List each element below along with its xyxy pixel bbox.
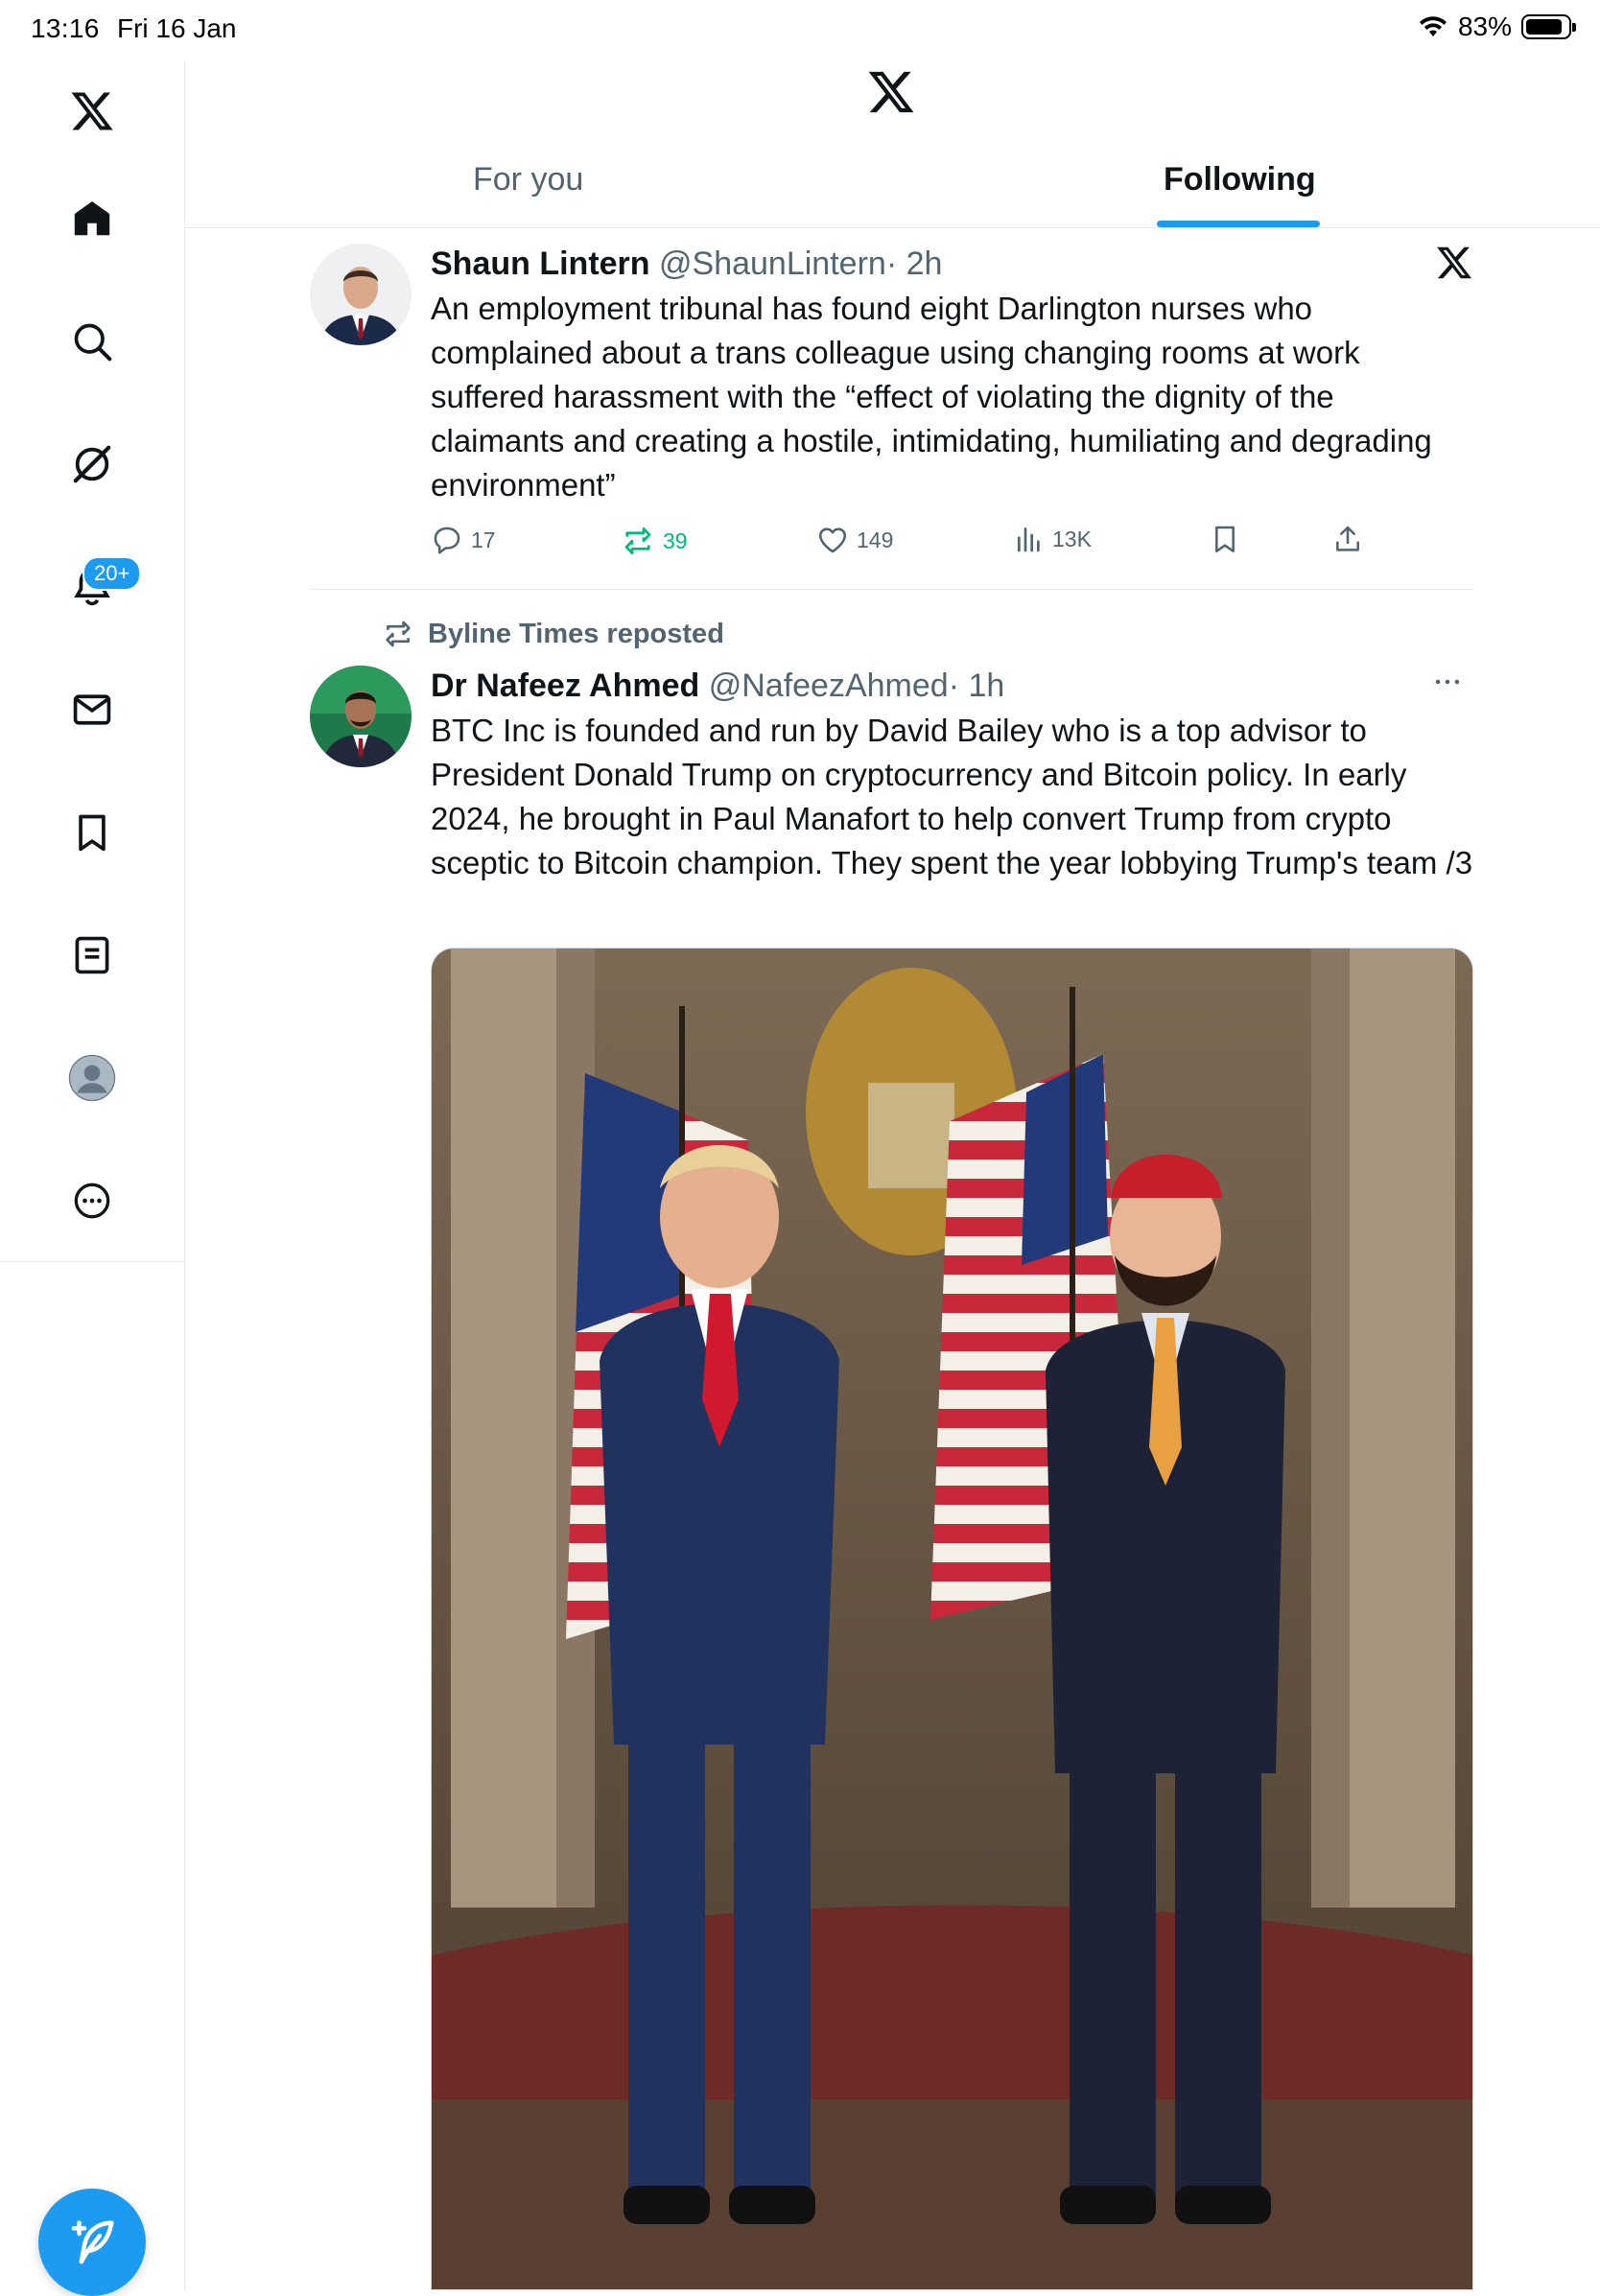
- author-handle[interactable]: @ShaunLintern: [659, 246, 886, 282]
- status-bar: 13:16 Fri 16 Jan 83%: [0, 0, 1600, 61]
- like-count: 149: [857, 527, 894, 552]
- author-handle[interactable]: @NafeezAhmed: [709, 668, 949, 704]
- battery-icon: [1521, 14, 1576, 39]
- tab-for-you[interactable]: For you: [473, 161, 583, 199]
- repost-icon: [624, 527, 651, 555]
- x-logo-icon[interactable]: [866, 67, 916, 117]
- photo-image: [432, 949, 1472, 2289]
- reply-icon: [434, 527, 460, 554]
- repost-label: Byline Times reposted: [428, 618, 724, 649]
- tweet[interactable]: Dr Nafeez Ahmed @NafeezAhmed· 1h BTC Inc…: [310, 666, 1473, 953]
- tweet-actions: 17 39 149 13K: [431, 524, 1467, 562]
- tweet-divider: [310, 589, 1473, 590]
- grok-x-icon[interactable]: [1435, 244, 1473, 282]
- active-tab-indicator: [1157, 221, 1320, 227]
- like-button[interactable]: 149: [816, 524, 893, 556]
- tweet-text: BTC Inc is founded and run by David Bail…: [431, 713, 1473, 880]
- analytics-icon: [1018, 527, 1040, 552]
- reply-count: 17: [471, 527, 496, 552]
- share-icon: [1336, 526, 1359, 551]
- home-icon[interactable]: [63, 190, 121, 247]
- author-name[interactable]: Dr Nafeez Ahmed: [431, 668, 699, 704]
- compose-button[interactable]: [38, 2189, 146, 2296]
- bookmark-button[interactable]: [1210, 524, 1240, 554]
- more-icon[interactable]: [63, 1172, 121, 1230]
- sidebar: 20+: [0, 61, 185, 2296]
- reply-button[interactable]: 17: [431, 524, 496, 556]
- notifications-badge: 20+: [82, 556, 142, 591]
- timeline-header: For you Following: [185, 61, 1600, 228]
- tweet-time: · 2h: [885, 246, 943, 282]
- author-name[interactable]: Shaun Lintern: [431, 246, 650, 282]
- bookmarks-icon[interactable]: [63, 804, 121, 861]
- views-button[interactable]: 13K: [1014, 524, 1092, 554]
- repost-icon: [386, 621, 411, 647]
- tweet-author-line: Dr Nafeez Ahmed @NafeezAhmed· 1h: [431, 668, 1004, 705]
- tweet-text: An employment tribunal has found eight D…: [431, 291, 1432, 503]
- repost-context[interactable]: Byline Times reposted: [382, 618, 724, 650]
- status-right: 83%: [1418, 12, 1576, 42]
- grok-icon[interactable]: [63, 435, 121, 493]
- tweet[interactable]: Shaun Lintern @ShaunLintern· 2h An emplo…: [310, 244, 1473, 589]
- avatar[interactable]: [310, 244, 412, 345]
- tweet-author-line: Shaun Lintern @ShaunLintern· 2h: [431, 246, 942, 283]
- search-icon[interactable]: [63, 313, 121, 370]
- sidebar-divider: [0, 1261, 184, 1262]
- status-date: Fri 16 Jan: [117, 13, 237, 43]
- share-button[interactable]: [1332, 524, 1363, 554]
- battery-percent: 83%: [1457, 12, 1512, 41]
- heart-icon: [818, 527, 847, 553]
- messages-icon[interactable]: [63, 681, 121, 738]
- x-logo-icon[interactable]: [63, 82, 121, 140]
- tweet-time: · 1h: [948, 668, 1005, 704]
- repost-button[interactable]: 39: [621, 524, 688, 558]
- view-count: 13K: [1052, 526, 1092, 551]
- tweet-photo[interactable]: [431, 948, 1473, 2290]
- profile-icon[interactable]: [63, 1049, 121, 1107]
- wifi-icon: [1419, 16, 1447, 36]
- bookmark-icon: [1215, 526, 1235, 552]
- repost-count: 39: [663, 527, 688, 553]
- avatar[interactable]: [310, 666, 412, 767]
- tab-following[interactable]: Following: [1164, 161, 1316, 199]
- status-time: 13:16: [31, 13, 100, 43]
- lists-icon[interactable]: [63, 926, 121, 984]
- more-options-icon[interactable]: [1431, 666, 1464, 707]
- compose-feather-icon: [71, 2220, 114, 2264]
